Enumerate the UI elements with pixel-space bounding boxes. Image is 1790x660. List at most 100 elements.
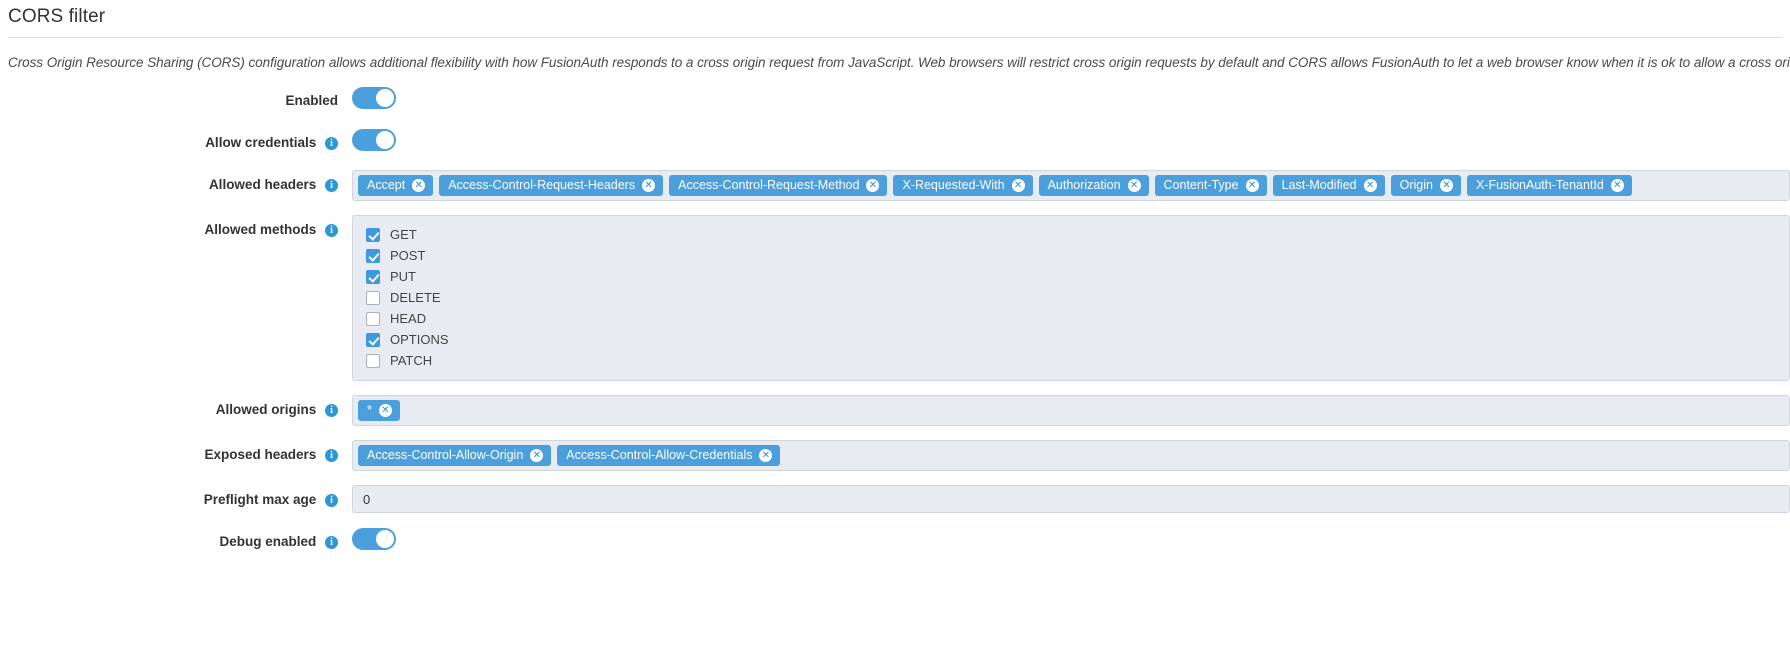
preflight-max-age-input[interactable] <box>352 485 1790 513</box>
chip-remove-icon[interactable]: ✕ <box>1245 179 1259 192</box>
chip-remove-icon[interactable]: ✕ <box>642 179 656 192</box>
checkbox-icon[interactable] <box>366 290 380 305</box>
checkbox-label: OPTIONS <box>390 332 449 347</box>
chip-remove-icon[interactable]: ✕ <box>1127 179 1141 192</box>
checkbox-item[interactable]: DELETE <box>353 287 1789 308</box>
row-allowed-methods: Allowed methods i GET POST PUT DELETE HEAD OP… <box>0 215 1790 381</box>
row-exposed-headers: Exposed headers i Access-Control-Allow-O… <box>0 440 1790 471</box>
checkbox-icon[interactable] <box>366 248 380 263</box>
checkbox-label: PUT <box>390 269 416 284</box>
field-allow-credentials <box>352 128 1790 156</box>
label-allowed-headers-text: Allowed headers <box>208 177 317 192</box>
chip-remove-icon[interactable]: ✕ <box>1363 179 1377 192</box>
info-icon[interactable]: i <box>325 404 338 417</box>
chip[interactable]: Content-Type ✕ <box>1154 175 1267 196</box>
checkbox-item[interactable]: OPTIONS <box>353 329 1789 350</box>
checkbox-icon[interactable] <box>366 227 380 242</box>
label-debug-enabled: Debug enabled i <box>0 527 352 549</box>
label-allowed-methods: Allowed methods i <box>0 215 352 237</box>
label-exposed-headers: Exposed headers i <box>0 440 352 462</box>
checkbox-icon[interactable] <box>366 269 380 284</box>
info-icon[interactable]: i <box>325 494 338 507</box>
chip[interactable]: Last-Modified ✕ <box>1272 175 1385 196</box>
chip[interactable]: Access-Control-Request-Headers ✕ <box>439 175 664 196</box>
label-allowed-origins-text: Allowed origins <box>215 402 317 417</box>
chip-label: Access-Control-Allow-Credentials <box>566 448 753 462</box>
checkbox-item[interactable]: HEAD <box>353 308 1789 329</box>
info-icon[interactable]: i <box>325 137 338 150</box>
chip[interactable]: Access-Control-Allow-Credentials ✕ <box>557 445 781 466</box>
panel-description: Cross Origin Resource Sharing (CORS) con… <box>8 55 1790 70</box>
exposed-headers-chip-list[interactable]: Access-Control-Allow-Origin ✕ Access-Contr… <box>352 440 1790 471</box>
chip[interactable]: X-Requested-With ✕ <box>893 175 1033 196</box>
label-enabled-text: Enabled <box>285 93 338 108</box>
row-allowed-origins: Allowed origins i * ✕ <box>0 395 1790 426</box>
chip-remove-icon[interactable]: ✕ <box>1011 179 1025 192</box>
chip[interactable]: Origin ✕ <box>1390 175 1461 196</box>
label-allowed-methods-text: Allowed methods <box>204 222 317 237</box>
checkbox-icon[interactable] <box>366 332 380 347</box>
checkbox-item[interactable]: POST <box>353 245 1789 266</box>
field-allowed-methods: GET POST PUT DELETE HEAD OPTIONS PATCH <box>352 215 1790 381</box>
checkbox-label: POST <box>390 248 426 263</box>
field-debug-enabled <box>352 527 1790 555</box>
chip-label: Access-Control-Allow-Origin <box>367 448 524 462</box>
chip[interactable]: Accept ✕ <box>358 175 434 196</box>
info-icon[interactable]: i <box>325 536 338 549</box>
chip-label: Origin <box>1399 178 1433 192</box>
chip-remove-icon[interactable]: ✕ <box>759 449 773 462</box>
label-enabled: Enabled <box>0 86 352 108</box>
label-allowed-origins: Allowed origins i <box>0 395 352 417</box>
field-preflight-max-age <box>352 485 1790 513</box>
field-allowed-headers: Accept ✕ Access-Control-Request-Headers ✕ Ac… <box>352 170 1790 201</box>
checkbox-label: DELETE <box>390 290 441 305</box>
allowed-origins-chip-list[interactable]: * ✕ <box>352 395 1790 426</box>
checkbox-label: HEAD <box>390 311 427 326</box>
field-exposed-headers: Access-Control-Allow-Origin ✕ Access-Contr… <box>352 440 1790 471</box>
enabled-toggle[interactable] <box>352 87 396 109</box>
chip-label: X-FusionAuth-TenantId <box>1475 178 1604 192</box>
chip[interactable]: * ✕ <box>358 400 400 421</box>
chip[interactable]: Authorization ✕ <box>1038 175 1149 196</box>
chip-label: Authorization <box>1047 178 1121 192</box>
row-allow-credentials: Allow credentials i <box>0 128 1790 156</box>
label-allow-credentials: Allow credentials i <box>0 128 352 150</box>
checkbox-icon[interactable] <box>366 311 380 326</box>
cors-form: Enabled Allow credentials i Allowed head… <box>0 86 1790 555</box>
allowed-methods-checkbox-group[interactable]: GET POST PUT DELETE HEAD OPTIONS PATCH <box>352 215 1790 381</box>
chip[interactable]: Access-Control-Allow-Origin ✕ <box>358 445 552 466</box>
chip-label: Last-Modified <box>1281 178 1357 192</box>
chip-label: X-Requested-With <box>902 178 1005 192</box>
chip-remove-icon[interactable]: ✕ <box>378 404 392 417</box>
info-icon[interactable]: i <box>325 224 338 237</box>
chip-remove-icon[interactable]: ✕ <box>866 179 880 192</box>
checkbox-icon[interactable] <box>366 353 380 368</box>
field-enabled <box>352 86 1790 114</box>
info-icon[interactable]: i <box>325 179 338 192</box>
label-allow-credentials-text: Allow credentials <box>205 135 317 150</box>
row-debug-enabled: Debug enabled i <box>0 527 1790 555</box>
chip[interactable]: Access-Control-Request-Method ✕ <box>669 175 888 196</box>
allowed-headers-chip-list[interactable]: Accept ✕ Access-Control-Request-Headers ✕ Ac… <box>352 170 1790 201</box>
chip-remove-icon[interactable]: ✕ <box>530 449 544 462</box>
chip-remove-icon[interactable]: ✕ <box>412 179 426 192</box>
allow-credentials-toggle[interactable] <box>352 129 396 151</box>
debug-enabled-toggle-knob <box>376 530 394 548</box>
checkbox-item[interactable]: GET <box>353 224 1789 245</box>
chip-label: Content-Type <box>1163 178 1239 192</box>
checkbox-label: PATCH <box>390 353 433 368</box>
row-preflight-max-age: Preflight max age i <box>0 485 1790 513</box>
chip-remove-icon[interactable]: ✕ <box>1610 179 1624 192</box>
row-allowed-headers: Allowed headers i Accept ✕ Access-Control-… <box>0 170 1790 201</box>
label-allowed-headers: Allowed headers i <box>0 170 352 192</box>
chip-remove-icon[interactable]: ✕ <box>1439 179 1453 192</box>
info-icon[interactable]: i <box>325 449 338 462</box>
label-exposed-headers-text: Exposed headers <box>204 447 317 462</box>
enabled-toggle-knob <box>376 89 394 107</box>
checkbox-item[interactable]: PATCH <box>353 350 1789 371</box>
checkbox-label: GET <box>390 227 417 242</box>
chip[interactable]: X-FusionAuth-TenantId ✕ <box>1466 175 1632 196</box>
debug-enabled-toggle[interactable] <box>352 528 396 550</box>
checkbox-item[interactable]: PUT <box>353 266 1789 287</box>
label-debug-enabled-text: Debug enabled <box>219 534 317 549</box>
